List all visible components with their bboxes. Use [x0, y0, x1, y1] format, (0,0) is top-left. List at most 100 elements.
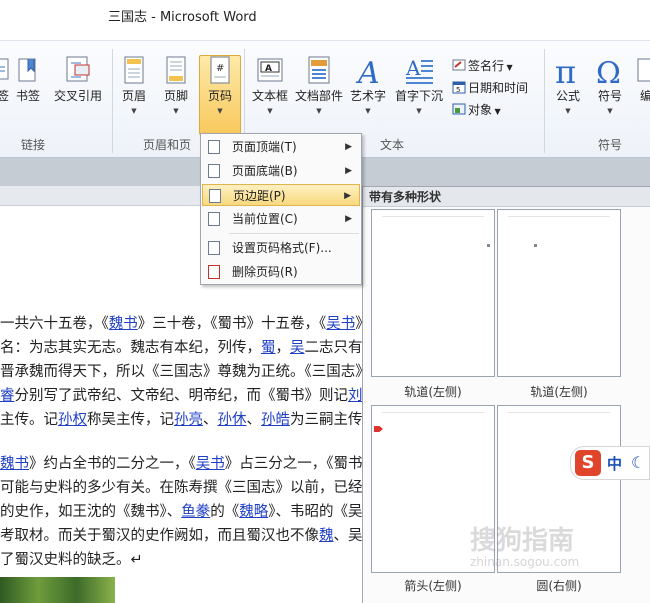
format-page-number-icon [208, 241, 220, 255]
bookmark-label: 书签 [15, 89, 40, 103]
document-text-span: 名：为志其实无志。魏志有本纪，列传， [0, 340, 261, 356]
signature-line-button[interactable]: 签名行 ▼ [452, 57, 513, 74]
menu-item-current-position[interactable]: 当前位置(C) ▶ [202, 208, 360, 230]
gallery-item-label: 轨道(左侧) [530, 385, 588, 399]
document-text-span: 的《 [210, 504, 240, 520]
equation-label: 公式 [555, 89, 580, 103]
ribbon-button-bookmark[interactable]: 书签 [12, 55, 44, 104]
document-text-span: 的史作，如王沈的《魏书》、 [0, 504, 182, 520]
ribbon-button-header[interactable]: 页眉 ▼ [116, 55, 152, 115]
document-text-line: 可能与史料的多少有关。在陈寿撰《三国志》以前，已经出现了 [0, 476, 406, 497]
ribbon-button-page-number[interactable]: # 页码 ▼ [200, 55, 240, 115]
signature-icon [452, 59, 466, 71]
object-label: 对象 [468, 103, 493, 117]
document-link[interactable]: 吴书 [326, 316, 355, 332]
ime-mode-indicator[interactable]: 中 [607, 453, 622, 474]
ribbon-button-symbol[interactable]: Ω 符号 ▼ [590, 55, 630, 115]
ribbon-button-wordart[interactable]: A 艺术字 ▼ [346, 55, 390, 115]
footer-icon [166, 56, 186, 84]
document-text-line: 魏书》约占全书的二分之一，《吴书》占三分之一，《蜀书》只 [0, 452, 392, 473]
document-link[interactable]: 魏书 [109, 316, 138, 332]
document-link[interactable]: 刘 [348, 388, 363, 404]
document-text-line: 名：为志其实无志。魏志有本纪，列传，蜀，吴二志只有列传， [0, 336, 406, 357]
document-text-span: 称吴主传，记 [87, 412, 174, 428]
ribbon-button-numbering[interactable]: 编 [636, 55, 650, 104]
document-text-span: 考取材。而关于蜀汉的史作阙如，而且蜀汉也不像 [0, 528, 319, 544]
page-number-label: 页码 [207, 89, 232, 103]
current-position-icon [208, 212, 220, 226]
numbering-icon [637, 58, 650, 82]
omega-icon: Ω [596, 56, 621, 87]
symbols-group-label: 符号 [598, 138, 623, 152]
document-text-span: 、 [203, 412, 218, 428]
numbering-label: 编 [639, 89, 650, 103]
document-link[interactable]: 孙亮 [174, 412, 203, 428]
watermark: 搜狗指南 [470, 526, 575, 556]
menu-item-top-of-page[interactable]: 页面顶端(T) ▶ [202, 136, 360, 158]
ribbon-button-equation[interactable]: π 公式 ▼ [548, 55, 588, 115]
page-margin-icon [209, 189, 221, 203]
text-group-label: 文本 [380, 138, 405, 152]
svg-text:5: 5 [456, 86, 460, 94]
wordart-dropdown-icon: ▼ [365, 107, 371, 115]
header-dropdown-icon: ▼ [131, 107, 137, 115]
gallery-item-orbit-left-2[interactable] [497, 209, 621, 377]
watermark-url: zhinan.sogou.com [470, 555, 580, 569]
document-link[interactable]: 孙权 [58, 412, 87, 428]
ribbon-button-footer[interactable]: 页脚 ▼ [158, 55, 194, 115]
document-image[interactable] [0, 577, 115, 603]
document-link[interactable]: 孙休 [218, 412, 247, 428]
document-link[interactable]: 睿 [0, 388, 15, 404]
ribbon-button-hyperlink[interactable]: 签 [0, 55, 12, 104]
document-link[interactable]: 魏略 [239, 504, 268, 520]
calendar-icon: 5 [452, 81, 466, 94]
gallery-heading: 带有多种形状 [363, 187, 650, 207]
menu-item-page-margins[interactable]: 页边距(P) ▶ [202, 184, 360, 206]
svg-text:A: A [265, 64, 272, 74]
gallery-item-orbit-left-1[interactable] [371, 209, 495, 377]
document-text-span: 》三十卷，《蜀书》十五卷，《 [137, 316, 327, 332]
window-title: 三国志 - Microsoft Word [108, 10, 257, 25]
document-link[interactable]: 吴 [290, 340, 305, 356]
menu-item-label: 页面顶端(T) [232, 140, 297, 154]
gallery-item-label: 轨道(左侧) [404, 385, 462, 399]
document-link[interactable]: 孙皓 [261, 412, 290, 428]
moon-icon: ☾ [631, 453, 646, 472]
page-number-menu: 页面顶端(T) ▶ 页面底端(B) ▶ 页边距(P) ▶ 当前位置(C) ▶ 设置页码格… [200, 133, 362, 285]
menu-item-format-page-numbers[interactable]: 设置页码格式(F)... [202, 237, 360, 259]
document-text-span: 、 [246, 412, 262, 428]
ribbon-button-drop-cap[interactable]: A 首字下沉 ▼ [392, 55, 446, 115]
ribbon-button-text-box[interactable]: A 文本框 ▼ [248, 55, 292, 115]
hyperlink-icon [0, 58, 9, 80]
document-link[interactable]: 魏 [319, 528, 334, 544]
ime-toolbar[interactable]: S 中 ☾ [570, 446, 650, 480]
page-number-icon: # [210, 56, 230, 84]
object-button[interactable]: 对象 ▼ [452, 101, 501, 118]
svg-text:Ω: Ω [596, 56, 621, 87]
date-time-button[interactable]: 5 日期和时间 [452, 79, 528, 96]
document-text-span: 分别写了武帝纪、文帝纪、明帝纪，而《蜀书》则记 [14, 388, 349, 404]
document-link[interactable]: 鱼豢 [181, 504, 210, 520]
menu-item-remove-page-numbers[interactable]: 删除页码(R) [202, 261, 360, 283]
sogou-logo-icon: S [575, 450, 601, 476]
ribbon-button-quick-parts[interactable]: 文档部件 ▼ [294, 55, 344, 115]
remove-page-number-icon [208, 265, 220, 279]
svg-text:A: A [355, 56, 380, 87]
document-text-line: 的史作，如王沈的《魏书》、鱼豢的《魏略》、韦昭的《吴书》 [0, 500, 392, 521]
menu-item-bottom-of-page[interactable]: 页面底端(B) ▶ [202, 160, 360, 182]
document-link[interactable]: 吴书 [196, 456, 225, 472]
ribbon-button-cross-reference[interactable]: 交叉引用 [50, 55, 106, 104]
document-text-span: 晋承魏而得天下，所以《三国志》尊魏为正统。《三国志》为 [0, 364, 385, 380]
svg-text:π: π [555, 55, 576, 87]
bookmark-icon [18, 58, 36, 82]
quick-parts-icon [308, 56, 330, 84]
footer-dropdown-icon: ▼ [173, 107, 179, 115]
arrow-icon [374, 426, 383, 432]
document-link[interactable]: 魏书 [0, 456, 29, 472]
quick-parts-dropdown-icon: ▼ [316, 107, 322, 115]
document-text-line: 主传。记孙权称吴主传，记孙亮、孙休、孙皓为三嗣主传。均只 [0, 408, 406, 429]
document-text-span: ， [275, 340, 291, 356]
header-footer-group-label: 页眉和页 [143, 138, 192, 152]
document-link[interactable]: 蜀 [261, 340, 276, 356]
text-box-icon: A [257, 58, 283, 82]
